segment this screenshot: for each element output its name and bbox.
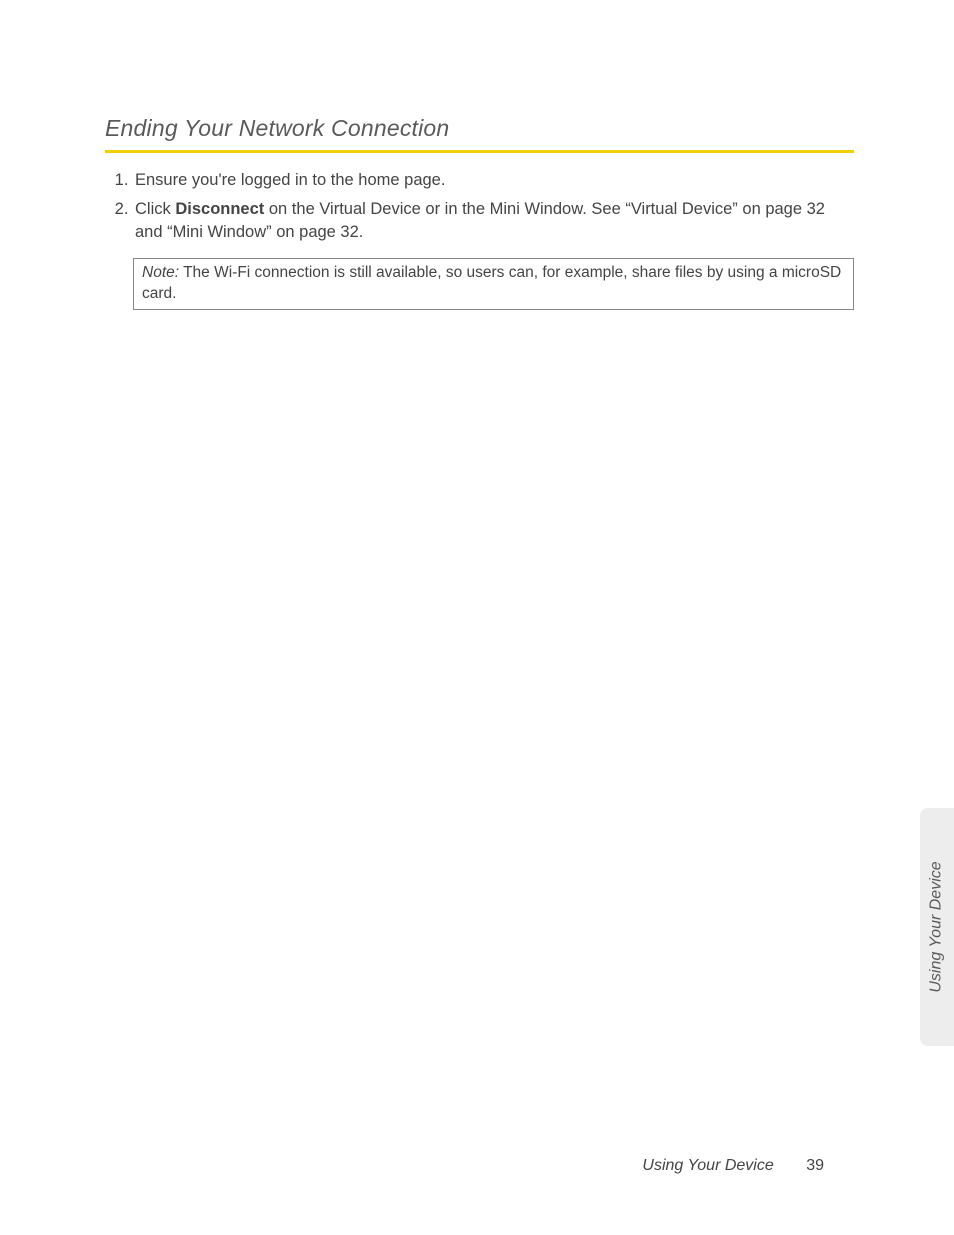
document-page: Ending Your Network Connection Ensure yo… xyxy=(0,0,954,1235)
list-item: Click Disconnect on the Virtual Device o… xyxy=(133,198,854,244)
section-heading: Ending Your Network Connection xyxy=(105,115,854,153)
list-item-text: Ensure you're logged in to the home page… xyxy=(135,171,445,189)
note-label: Note: xyxy=(142,264,179,281)
instruction-list: Ensure you're logged in to the home page… xyxy=(105,169,854,244)
list-item-text: Click Disconnect on the Virtual Device o… xyxy=(135,200,825,241)
side-tab-label: Using Your Device xyxy=(928,861,946,992)
note-box: Note: The Wi-Fi connection is still avai… xyxy=(133,258,854,310)
text-segment: Click xyxy=(135,200,175,218)
list-item: Ensure you're logged in to the home page… xyxy=(133,169,854,192)
footer-page-number: 39 xyxy=(806,1157,824,1174)
footer-section-name: Using Your Device xyxy=(642,1157,773,1174)
page-footer: Using Your Device 39 xyxy=(642,1157,824,1175)
bold-text: Disconnect xyxy=(175,200,264,218)
note-text: The Wi-Fi connection is still available,… xyxy=(142,264,841,302)
side-tab: Using Your Device xyxy=(920,808,954,1046)
